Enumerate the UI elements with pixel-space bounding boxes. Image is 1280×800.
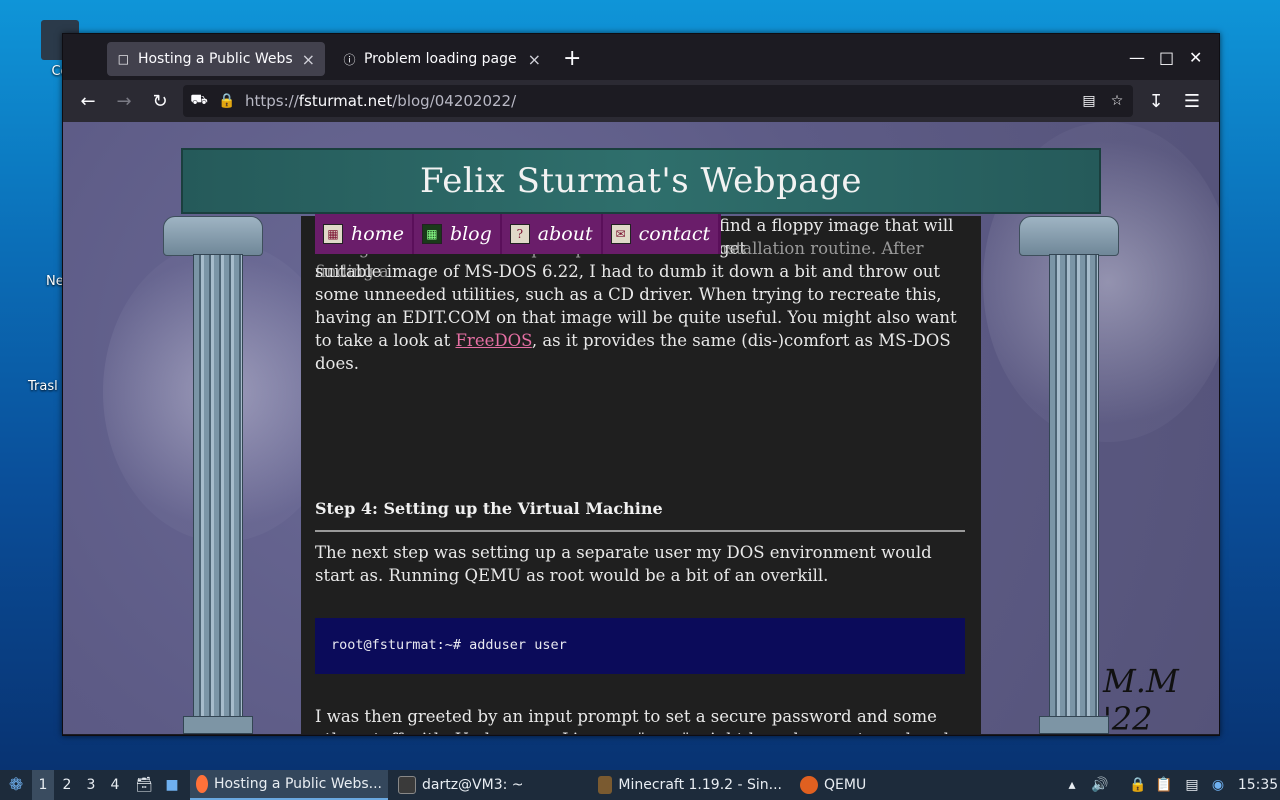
article-body: find a floppy image that will get me rig…: [301, 216, 981, 734]
maximize-icon[interactable]: □: [1159, 48, 1174, 67]
step-heading: Step 4: Setting up the Virtual Machine: [315, 499, 663, 518]
taskbar-app-label: Minecraft 1.19.2 - Sin...: [618, 777, 782, 793]
taskbar-app-firefox[interactable]: Hosting a Public Webs...: [190, 770, 388, 800]
nav-contact[interactable]: ✉ contact: [602, 214, 719, 254]
url-prefix: https://: [245, 92, 299, 110]
navigation-bar: ← → ↻ ⛟ 🔒 https://fsturmat.net/blog/0420…: [63, 80, 1219, 122]
forward-icon[interactable]: →: [111, 88, 137, 114]
column-base: [183, 716, 253, 734]
nav-label: about: [537, 223, 593, 245]
lock-icon[interactable]: 🔒: [1128, 770, 1148, 800]
mail-icon: ✉: [610, 224, 631, 244]
network-icon[interactable]: ▤: [1182, 770, 1202, 800]
page-viewport: Felix Sturmat's Webpage find a floppy im…: [63, 122, 1219, 734]
column-shaft: [193, 254, 243, 734]
column-shaft: [1049, 254, 1099, 734]
column-left: [163, 216, 263, 734]
nav-label: contact: [638, 223, 711, 245]
start-menu-button[interactable]: ❁: [4, 770, 28, 800]
close-tab-icon[interactable]: ×: [302, 50, 315, 69]
info-icon: ⓘ: [343, 52, 356, 67]
nav-blog[interactable]: ▦ blog: [413, 214, 500, 254]
workspace-2[interactable]: 2: [56, 770, 78, 800]
terminal-icon: ▦: [421, 224, 442, 244]
taskbar-app-qemu[interactable]: QEMU: [794, 770, 894, 800]
url-host: fsturmat.net: [298, 92, 393, 110]
paragraph-intro: suitable image of MS-DOS 6.22, I had to …: [315, 260, 965, 375]
firefox-icon: [196, 775, 208, 793]
bookmark-star-icon[interactable]: ☆: [1107, 91, 1127, 111]
question-icon: ?: [509, 224, 530, 244]
taskbar-app-minecraft[interactable]: Minecraft 1.19.2 - Sin...: [592, 770, 788, 800]
shield-icon[interactable]: ⛟: [189, 91, 209, 111]
volume-icon[interactable]: 🔊: [1090, 770, 1110, 800]
url-path: /blog/04202022/: [392, 92, 517, 110]
heading-divider: [315, 530, 965, 532]
qemu-icon: [800, 776, 818, 794]
tab-title: Hosting a Public Website: [137, 51, 292, 67]
computer-icon: ▦: [323, 224, 343, 244]
taskbar: ❁ 1 2 3 4 🗃 ■ Hosting a Public Webs... d…: [0, 770, 1280, 800]
tab-bar: □ Hosting a Public Website × ⓘ Problem l…: [63, 34, 1219, 80]
minimize-icon[interactable]: —: [1129, 48, 1145, 67]
taskbar-app-label: QEMU: [824, 777, 867, 793]
close-window-icon[interactable]: ✕: [1189, 48, 1202, 67]
workspace-1[interactable]: 1: [32, 770, 54, 800]
artist-signature: M.M '22: [1103, 662, 1179, 734]
reader-view-icon[interactable]: ▤: [1079, 91, 1099, 111]
column-right: [1019, 216, 1119, 734]
file-manager-icon[interactable]: 🗃: [134, 770, 154, 800]
minecraft-icon: [598, 776, 613, 794]
workspace-4[interactable]: 4: [104, 770, 126, 800]
clipboard-icon[interactable]: 📋: [1154, 770, 1174, 800]
nav-home[interactable]: ▦ home: [315, 214, 412, 254]
page-icon: □: [117, 52, 130, 66]
browser-window: □ Hosting a Public Website × ⓘ Problem l…: [62, 33, 1220, 736]
lock-icon[interactable]: 🔒: [217, 91, 237, 111]
nav-about[interactable]: ? about: [501, 214, 601, 254]
url-bar[interactable]: ⛟ 🔒 https://fsturmat.net/blog/04202022/ …: [183, 85, 1133, 117]
url-text[interactable]: https://fsturmat.net/blog/04202022/: [245, 92, 516, 110]
menu-icon[interactable]: ☰: [1179, 88, 1205, 114]
site-nav-menu: ▦ home ▦ blog ? about ✉ contact: [315, 214, 721, 254]
column-capital: [163, 216, 263, 256]
taskbar-app-label: Hosting a Public Webs...: [213, 776, 382, 792]
tab-problem-loading[interactable]: ⓘ Problem loading page ×: [333, 42, 551, 76]
paragraph-password: I was then greeted by an input prompt to…: [315, 707, 962, 734]
workspace-3[interactable]: 3: [80, 770, 102, 800]
column-capital: [1019, 216, 1119, 256]
desktop-icon-trash-label[interactable]: Trasl: [28, 379, 58, 394]
tray-arrow-icon[interactable]: ▴: [1062, 770, 1082, 800]
freedos-link[interactable]: FreeDOS: [455, 331, 531, 350]
show-desktop-icon[interactable]: ■: [160, 770, 184, 800]
reload-icon[interactable]: ↻: [147, 88, 173, 114]
tab-title: Problem loading page: [363, 51, 517, 67]
site-banner: Felix Sturmat's Webpage: [181, 148, 1101, 214]
new-tab-button[interactable]: +: [563, 46, 581, 72]
code-block: root@fsturmat:~# adduser user: [315, 618, 965, 674]
taskbar-app-terminal[interactable]: dartz@VM3: ~: [392, 770, 588, 800]
back-icon[interactable]: ←: [75, 88, 101, 114]
paragraph-setup: The next step was setting up a separate …: [315, 543, 932, 585]
column-base: [1039, 716, 1109, 734]
taskbar-app-label: dartz@VM3: ~: [422, 777, 524, 793]
nav-label: home: [351, 223, 404, 245]
updates-icon[interactable]: ◉: [1208, 770, 1228, 800]
code-line: root@fsturmat:~# adduser user: [331, 637, 567, 653]
nav-label: blog: [449, 223, 492, 245]
close-tab-icon[interactable]: ×: [528, 50, 541, 69]
downloads-icon[interactable]: ↧: [1143, 88, 1169, 114]
terminal-icon: [398, 776, 416, 794]
site-title: Felix Sturmat's Webpage: [420, 161, 862, 201]
tab-hosting[interactable]: □ Hosting a Public Website ×: [107, 42, 325, 76]
clock[interactable]: 15:35: [1238, 770, 1278, 800]
